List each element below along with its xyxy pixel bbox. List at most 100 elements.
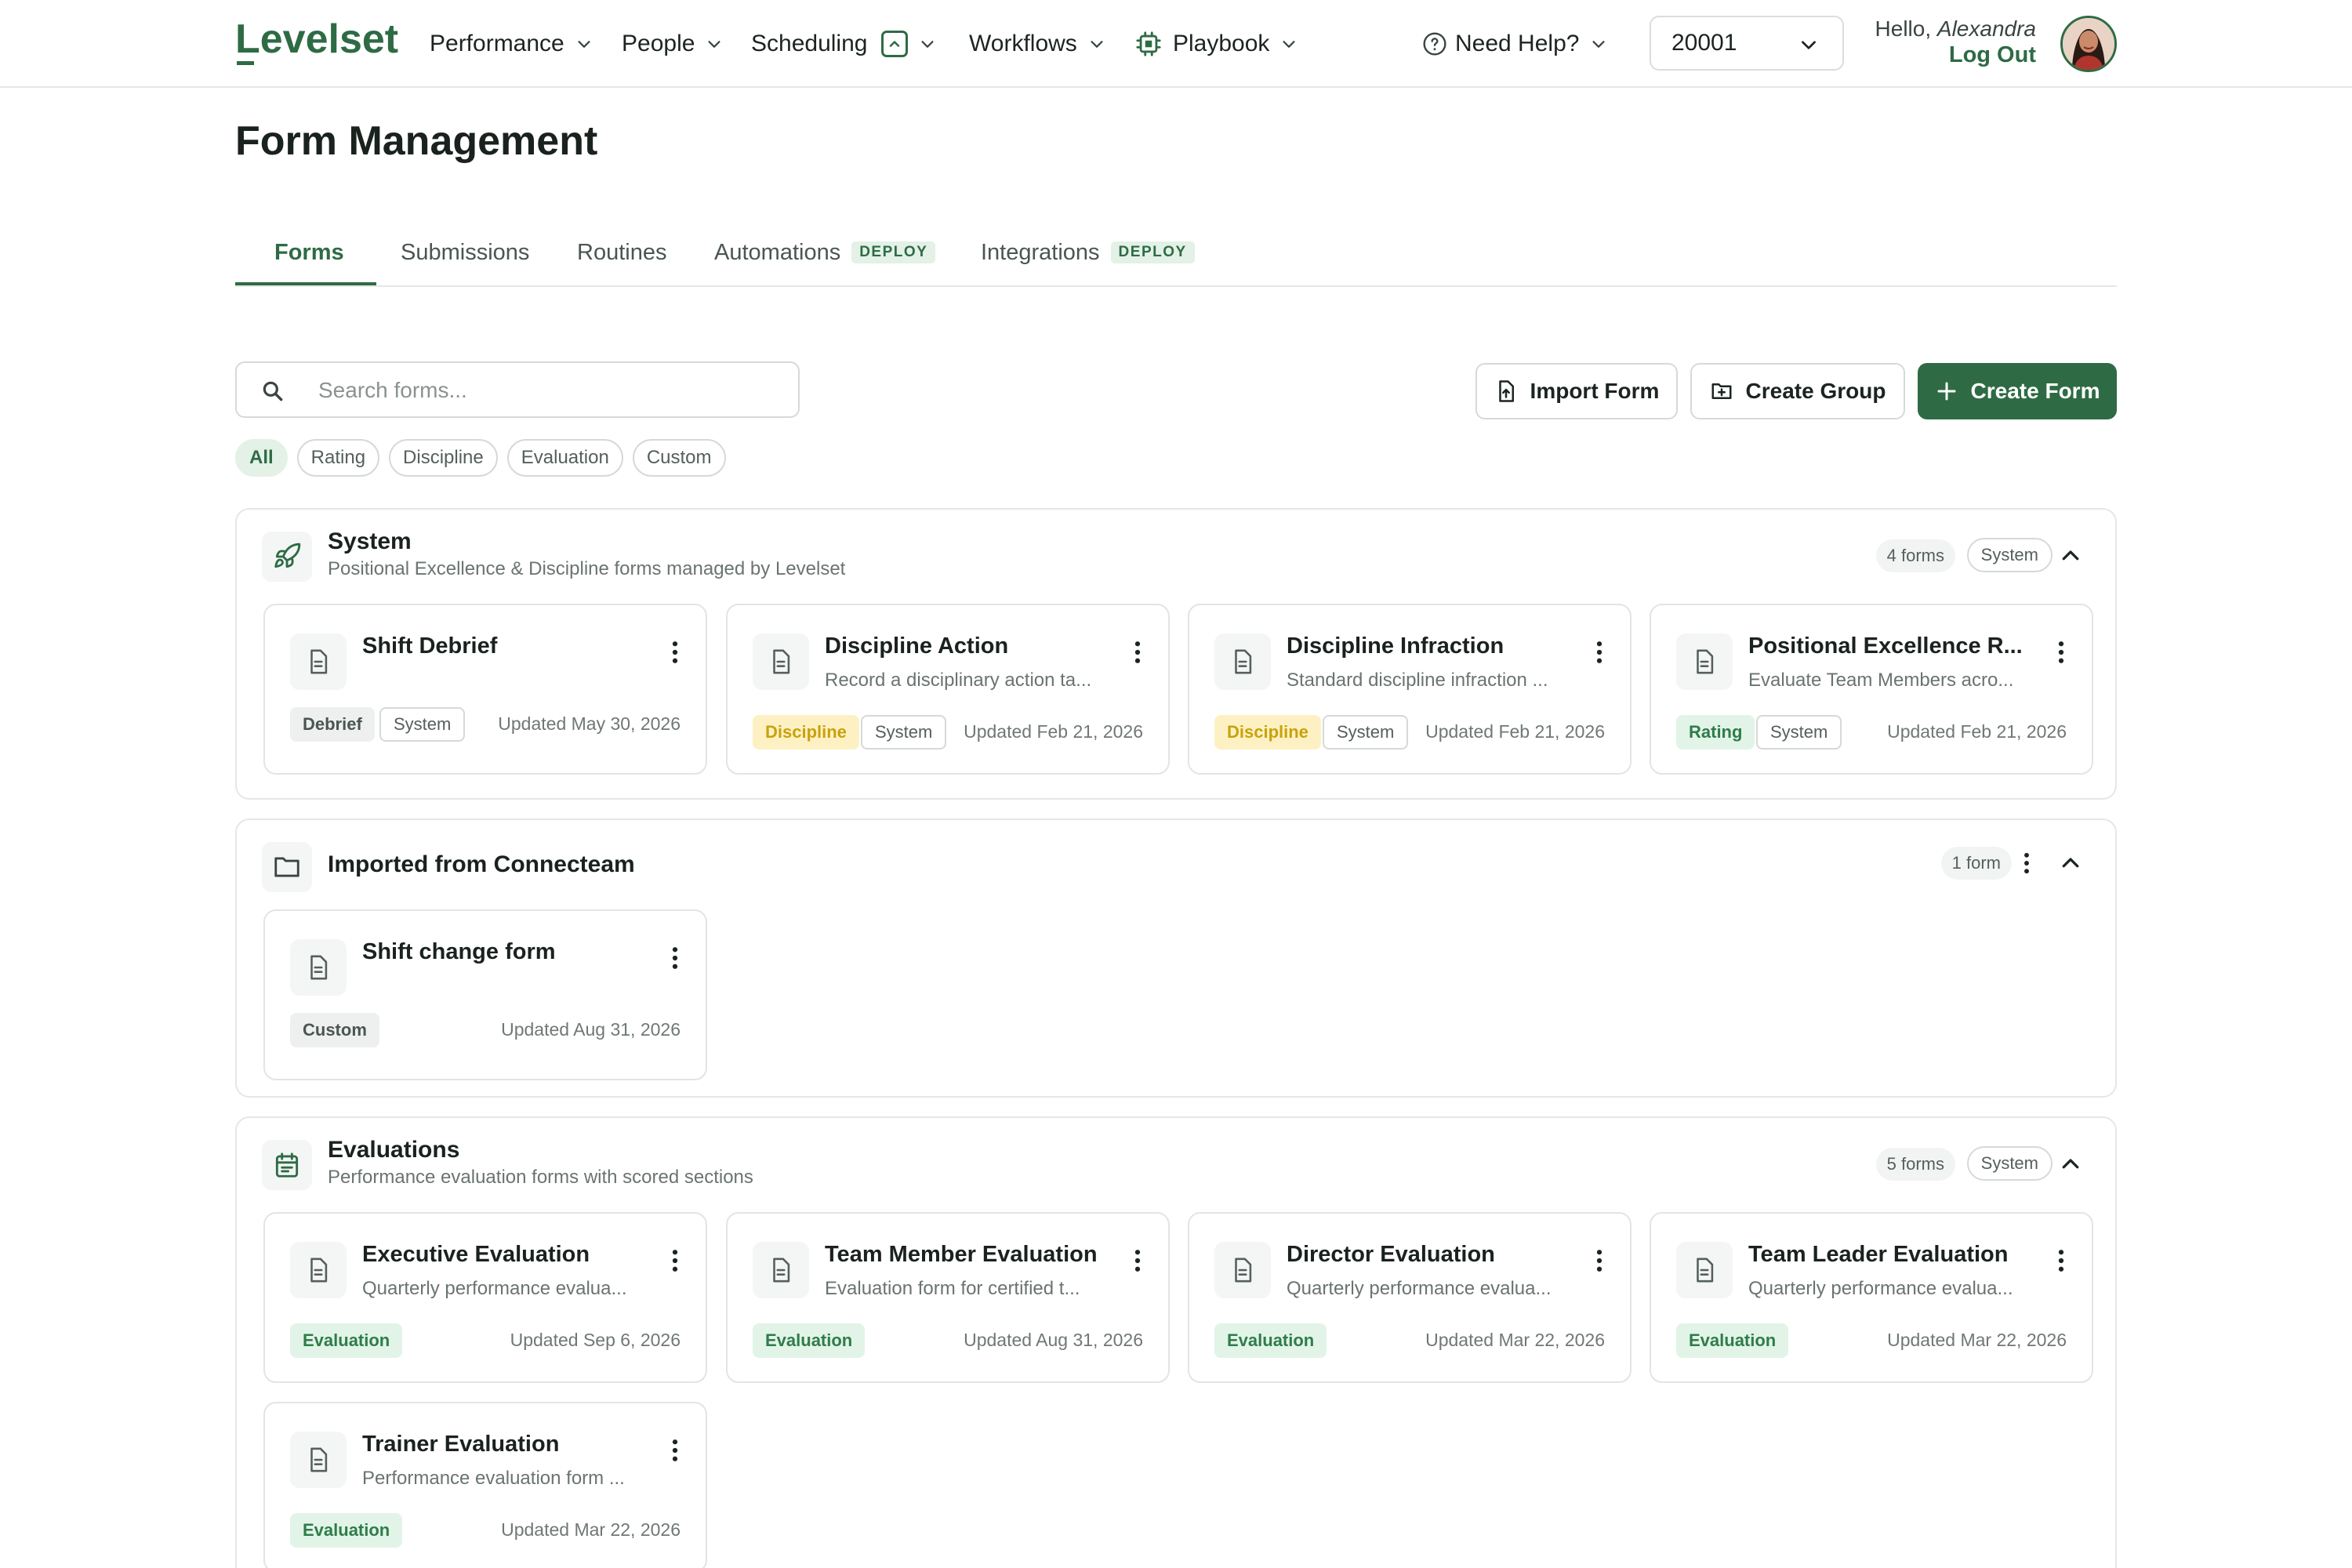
tab-submissions[interactable]: Submissions bbox=[401, 235, 529, 270]
nav-workflows-label: Workflows bbox=[969, 31, 1077, 56]
more-vertical-icon[interactable] bbox=[1591, 638, 1608, 666]
updated-date: Updated May 30, 2026 bbox=[498, 713, 681, 734]
more-vertical-icon[interactable] bbox=[1129, 638, 1146, 666]
page-title: Form Management bbox=[235, 118, 598, 164]
create-form-label: Create Form bbox=[1970, 379, 2100, 403]
type-tag: Discipline bbox=[1214, 715, 1321, 750]
updated-date: Updated Mar 22, 2026 bbox=[501, 1519, 681, 1540]
more-vertical-icon[interactable] bbox=[1591, 1247, 1608, 1275]
form-title: Discipline Action bbox=[825, 633, 1009, 659]
tab-integrations-label: Integrations bbox=[981, 239, 1100, 265]
avatar[interactable] bbox=[2060, 16, 2117, 72]
greeting-prefix: Hello, bbox=[1875, 16, 1932, 41]
chevron-down-icon bbox=[1091, 41, 1103, 48]
form-card[interactable]: Team Leader Evaluation Quarterly perform… bbox=[1650, 1212, 2093, 1383]
rocket-icon bbox=[262, 532, 312, 582]
tab-automations[interactable]: Automations DEPLOY bbox=[714, 235, 936, 270]
tab-automations-label: Automations bbox=[714, 239, 841, 265]
form-card[interactable]: Director Evaluation Quarterly performanc… bbox=[1188, 1212, 1632, 1383]
form-card[interactable]: Positional Excellence R... Evaluate Team… bbox=[1650, 604, 2093, 775]
user-avatar-icon bbox=[2063, 18, 2114, 70]
tab-forms[interactable]: Forms bbox=[274, 235, 344, 270]
type-tag: Evaluation bbox=[753, 1323, 866, 1358]
nav-people[interactable]: People bbox=[622, 27, 723, 61]
group-subtitle: Positional Excellence & Discipline forms… bbox=[328, 558, 846, 579]
more-vertical-icon[interactable] bbox=[666, 1247, 684, 1275]
form-count-badge: 5 forms bbox=[1875, 1148, 1955, 1181]
form-count-badge: 4 forms bbox=[1875, 539, 1955, 572]
form-card[interactable]: Discipline Action Record a disciplinary … bbox=[726, 604, 1170, 775]
file-upload-icon bbox=[1498, 380, 1514, 402]
nav-people-label: People bbox=[622, 31, 695, 56]
create-form-button[interactable]: Create Form bbox=[1918, 363, 2117, 419]
need-help-menu[interactable]: Need Help? bbox=[1422, 27, 1607, 61]
more-vertical-icon[interactable] bbox=[2053, 1247, 2070, 1275]
type-tag: Evaluation bbox=[290, 1323, 403, 1358]
document-icon bbox=[290, 1242, 347, 1298]
tab-integrations[interactable]: Integrations DEPLOY bbox=[981, 235, 1195, 270]
help-circle-icon bbox=[1423, 32, 1446, 56]
import-form-button[interactable]: Import Form bbox=[1475, 363, 1678, 419]
search-input[interactable] bbox=[318, 374, 773, 407]
form-card[interactable]: Trainer Evaluation Performance evaluatio… bbox=[263, 1402, 707, 1568]
form-card[interactable]: Shift Debrief Debrief System Updated May… bbox=[263, 604, 707, 775]
document-icon bbox=[1676, 1242, 1733, 1298]
chevron-up-icon[interactable] bbox=[2059, 1152, 2082, 1176]
nav-playbook[interactable]: Playbook bbox=[1135, 27, 1298, 61]
chevron-down-icon bbox=[1802, 41, 1816, 49]
group-subtitle: Performance evaluation forms with scored… bbox=[328, 1167, 753, 1188]
chevron-up-icon[interactable] bbox=[2059, 851, 2082, 875]
store-select-value: 20001 bbox=[1671, 30, 1737, 56]
more-vertical-icon[interactable] bbox=[1129, 1247, 1146, 1275]
system-tag: System bbox=[1756, 715, 1842, 750]
more-vertical-icon[interactable] bbox=[666, 944, 684, 972]
more-vertical-icon[interactable] bbox=[666, 638, 684, 666]
filter-custom[interactable]: Custom bbox=[632, 439, 726, 477]
filter-rating[interactable]: Rating bbox=[296, 439, 380, 477]
form-management-tabs: Forms Submissions Routines Automations D… bbox=[235, 220, 2117, 287]
filter-all[interactable]: All bbox=[235, 439, 288, 477]
tab-forms-label: Forms bbox=[274, 239, 344, 265]
logout-link[interactable]: Log Out bbox=[1949, 42, 2036, 68]
store-select[interactable]: 20001 bbox=[1650, 16, 1844, 71]
filter-discipline[interactable]: Discipline bbox=[389, 439, 498, 477]
levelset-logo[interactable]: Levelset bbox=[235, 16, 398, 63]
chevron-up-icon[interactable] bbox=[2059, 544, 2082, 568]
nav-workflows[interactable]: Workflows bbox=[969, 27, 1105, 61]
chevron-down-icon bbox=[1592, 41, 1605, 48]
form-count-badge: 1 form bbox=[1940, 847, 2012, 880]
form-description: Evaluate Team Members acro... bbox=[1748, 670, 2014, 691]
form-card[interactable]: Executive Evaluation Quarterly performan… bbox=[263, 1212, 707, 1383]
nav-performance[interactable]: Performance bbox=[430, 27, 593, 61]
create-group-button[interactable]: Create Group bbox=[1690, 363, 1905, 419]
deploy-badge: DEPLOY bbox=[851, 241, 936, 263]
nav-playbook-label: Playbook bbox=[1173, 31, 1270, 56]
scheduling-up-badge-icon bbox=[881, 31, 909, 57]
form-description: Quarterly performance evalua... bbox=[1748, 1278, 2013, 1299]
updated-date: Updated Sep 6, 2026 bbox=[510, 1330, 681, 1350]
active-tab-indicator bbox=[235, 282, 376, 285]
more-vertical-icon[interactable] bbox=[2015, 850, 2038, 877]
document-icon bbox=[1214, 1242, 1271, 1298]
form-description: Quarterly performance evalua... bbox=[362, 1278, 627, 1299]
form-title: Discipline Infraction bbox=[1287, 633, 1504, 659]
nav-performance-label: Performance bbox=[430, 31, 564, 56]
document-icon bbox=[290, 633, 347, 690]
updated-date: Updated Feb 21, 2026 bbox=[1425, 721, 1605, 742]
type-tag: Debrief bbox=[290, 707, 375, 742]
filter-evaluation[interactable]: Evaluation bbox=[506, 439, 623, 477]
type-tag: Discipline bbox=[753, 715, 859, 750]
nav-scheduling[interactable]: Scheduling bbox=[751, 27, 936, 61]
form-group-evaluations: Evaluations Performance evaluation forms… bbox=[235, 1116, 2117, 1568]
system-tag: System bbox=[861, 715, 947, 750]
more-vertical-icon[interactable] bbox=[2053, 638, 2070, 666]
type-tag: Rating bbox=[1676, 715, 1755, 750]
type-tag: Evaluation bbox=[1676, 1323, 1789, 1358]
form-card[interactable]: Discipline Infraction Standard disciplin… bbox=[1188, 604, 1632, 775]
tab-routines[interactable]: Routines bbox=[577, 235, 666, 270]
document-icon bbox=[1214, 633, 1271, 690]
more-vertical-icon[interactable] bbox=[666, 1436, 684, 1465]
form-card[interactable]: Shift change form Custom Updated Aug 31,… bbox=[263, 909, 707, 1080]
form-card[interactable]: Team Member Evaluation Evaluation form f… bbox=[726, 1212, 1170, 1383]
calendar-icon bbox=[262, 1140, 312, 1190]
